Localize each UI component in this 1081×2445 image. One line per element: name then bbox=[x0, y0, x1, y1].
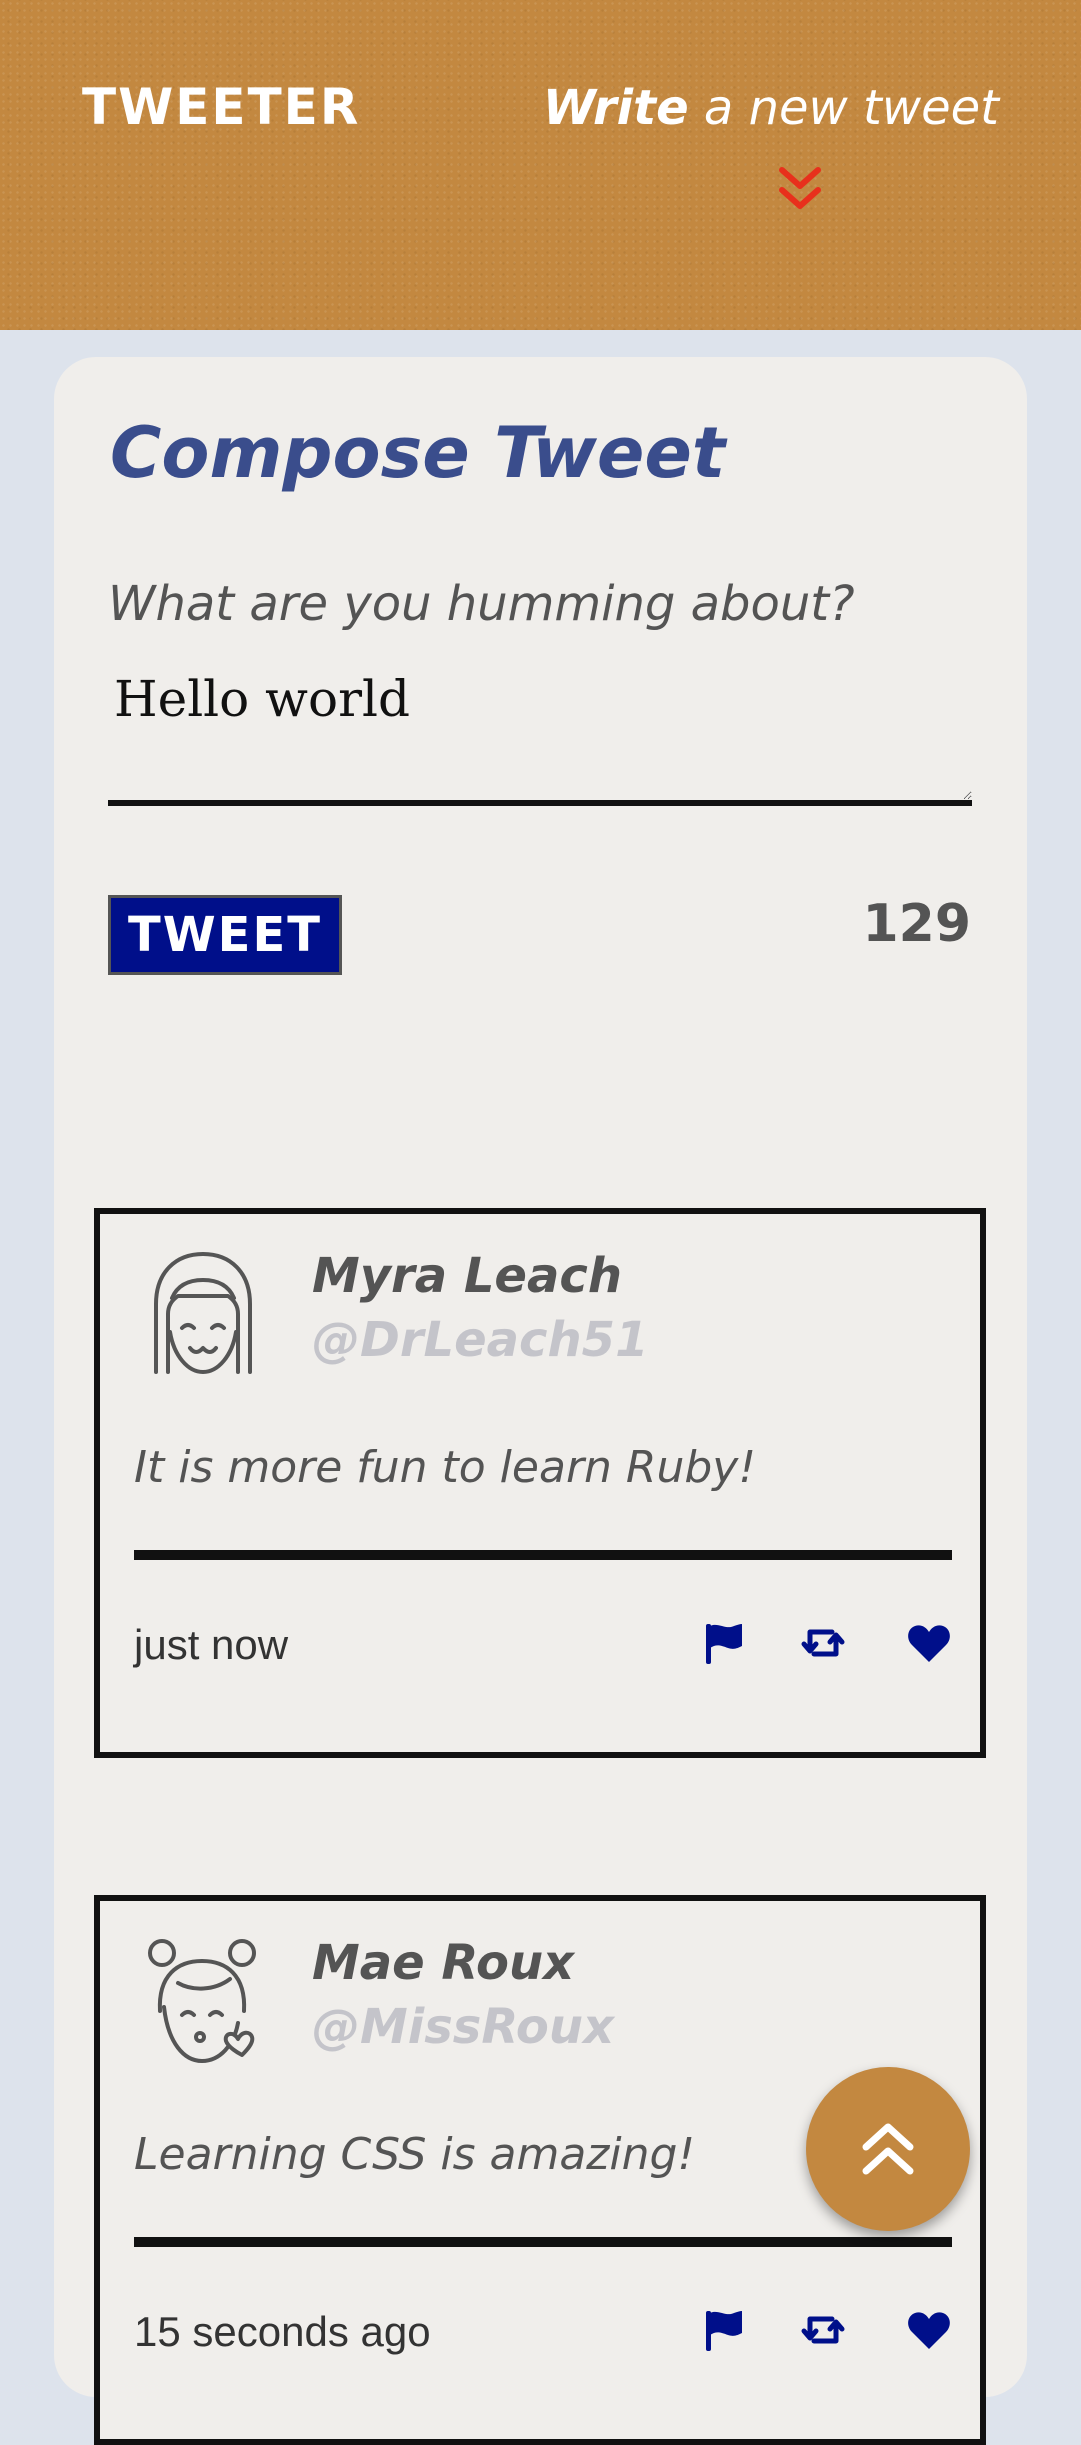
char-counter: 129 bbox=[862, 894, 971, 954]
girl-avatar-icon bbox=[154, 1252, 252, 1374]
page-header: TWEETER Write a new tweet bbox=[0, 0, 1081, 330]
tweet-card: Myra Leach @DrLeach51 It is more fun to … bbox=[94, 1208, 986, 1758]
double-chevron-down-icon[interactable] bbox=[776, 164, 824, 216]
tweet-timestamp: just now bbox=[134, 1621, 289, 1668]
write-new-tweet-rest: a new tweet bbox=[688, 80, 999, 136]
tweet-submit-button[interactable]: TWEET bbox=[108, 895, 342, 975]
tweet-divider bbox=[134, 2237, 952, 2247]
heart-icon[interactable] bbox=[906, 2307, 952, 2353]
tweet-author-handle: @MissRoux bbox=[312, 1999, 615, 2055]
flag-icon[interactable] bbox=[700, 1620, 746, 1666]
tweet-textarea-label: What are you humming about? bbox=[108, 576, 855, 632]
tweet-textarea[interactable]: Hello world bbox=[108, 660, 972, 806]
tweet-author-name: Myra Leach bbox=[312, 1248, 622, 1304]
retweet-icon[interactable] bbox=[800, 2307, 846, 2353]
kiss-girl-avatar-icon bbox=[148, 1939, 256, 2063]
double-chevron-up-icon bbox=[862, 2123, 914, 2175]
compose-title: Compose Tweet bbox=[110, 412, 726, 494]
tweet-content: Learning CSS is amazing! bbox=[134, 2129, 696, 2180]
retweet-icon[interactable] bbox=[800, 1620, 846, 1666]
heart-icon[interactable] bbox=[906, 1620, 952, 1666]
write-new-tweet-strong: Write bbox=[542, 80, 689, 136]
scroll-to-top-button[interactable] bbox=[806, 2067, 970, 2231]
tweet-author-handle: @DrLeach51 bbox=[312, 1312, 649, 1368]
tweet-divider bbox=[134, 1550, 952, 1560]
logo[interactable]: TWEETER bbox=[82, 82, 360, 132]
tweet-content: It is more fun to learn Ruby! bbox=[134, 1442, 756, 1493]
tweet-timestamp: 15 seconds ago bbox=[134, 2308, 431, 2355]
flag-icon[interactable] bbox=[700, 2307, 746, 2353]
tweet-author-name: Mae Roux bbox=[312, 1935, 575, 1991]
write-new-tweet-link[interactable]: Write a new tweet bbox=[543, 84, 999, 132]
